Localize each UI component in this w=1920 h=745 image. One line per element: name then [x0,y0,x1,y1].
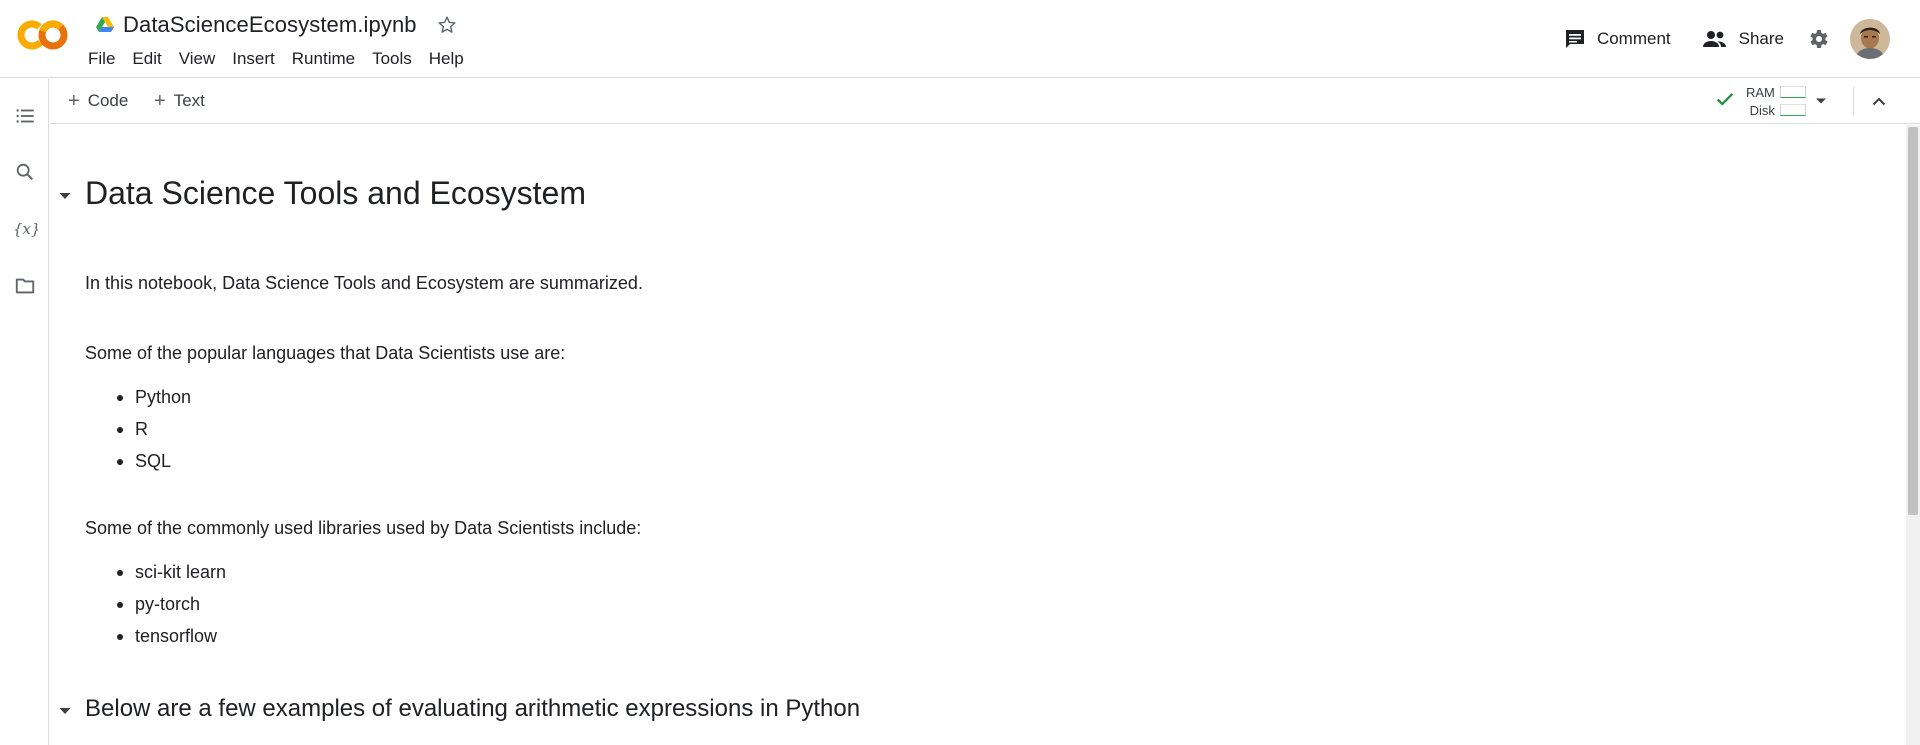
google-drive-icon[interactable] [95,16,115,34]
menu-bar: File Edit View Insert Runtime Tools Help [88,47,481,71]
plus-icon: + [154,90,166,112]
svg-text:{x}: {x} [13,220,38,238]
section-heading: Below are a few examples of evaluating a… [85,695,861,722]
notebook-scrollbar[interactable] [1906,125,1920,745]
menu-view[interactable]: View [179,47,216,71]
notebook-title[interactable]: DataScienceEcosystem.ipynb [123,12,417,38]
collapse-section-caret-icon[interactable] [55,701,75,721]
share-button[interactable]: Share [1689,19,1796,59]
menu-tools[interactable]: Tools [372,47,412,71]
runtime-resources-indicator[interactable]: RAM Disk [1714,83,1806,119]
menu-runtime[interactable]: Runtime [292,47,355,71]
notebook-content: Data Science Tools and Ecosystem In this… [50,125,1906,745]
header-actions: Comment Share [1551,0,1920,78]
chevron-up-icon[interactable] [1866,89,1892,115]
scrollbar-thumb[interactable] [1908,127,1918,515]
user-avatar[interactable] [1850,19,1890,59]
runtime-dropdown-icon[interactable] [1811,91,1831,111]
menu-edit[interactable]: Edit [132,47,161,71]
libraries-heading: Some of the commonly used libraries used… [85,518,642,538]
languages-list: Python R SQL [116,386,191,482]
disk-usage-bar [1779,104,1806,116]
app-header: DataScienceEcosystem.ipynb File Edit Vie… [0,0,1920,78]
notebook-title-heading: Data Science Tools and Ecosystem [85,175,586,211]
add-code-cell-button[interactable]: + Code [68,88,128,114]
menu-help[interactable]: Help [429,47,464,71]
colab-logo[interactable] [16,17,70,53]
resource-meters: RAM Disk [1746,83,1806,119]
comment-button[interactable]: Comment [1551,19,1683,59]
intro-paragraph: In this notebook, Data Science Tools and… [85,273,643,293]
notebook-toolbar: + Code + Text RAM Disk [50,79,1920,124]
ram-label: RAM [1746,84,1775,100]
collapse-section-caret-icon[interactable] [55,186,75,206]
ram-usage-bar [1779,86,1806,98]
disk-label: Disk [1749,102,1775,118]
left-sidebar: {x} [0,79,49,745]
list-item: R [116,418,191,450]
add-text-label: Text [173,91,205,110]
title-row: DataScienceEcosystem.ipynb [95,12,459,38]
add-code-label: Code [87,91,129,110]
list-item: tensorflow [116,625,226,657]
comment-icon [1563,27,1587,51]
star-icon[interactable] [435,13,459,37]
list-item: SQL [116,450,191,482]
list-item: py-torch [116,593,226,625]
languages-heading: Some of the popular languages that Data … [85,343,566,363]
variables-icon[interactable]: {x} [12,216,38,242]
search-icon[interactable] [12,159,38,185]
plus-icon: + [68,90,80,112]
share-label: Share [1738,29,1784,48]
menu-insert[interactable]: Insert [232,47,275,71]
people-icon [1701,27,1729,51]
libraries-list: sci-kit learn py-torch tensorflow [116,561,226,657]
files-icon[interactable] [12,273,38,299]
table-of-contents-icon[interactable] [12,103,38,129]
add-text-cell-button[interactable]: + Text [154,88,205,114]
toolbar-divider [1853,87,1854,115]
menu-file[interactable]: File [88,47,115,71]
settings-gear-icon[interactable] [1798,19,1838,59]
connected-check-icon [1714,88,1736,115]
comment-label: Comment [1596,29,1671,48]
list-item: sci-kit learn [116,561,226,593]
list-item: Python [116,386,191,418]
